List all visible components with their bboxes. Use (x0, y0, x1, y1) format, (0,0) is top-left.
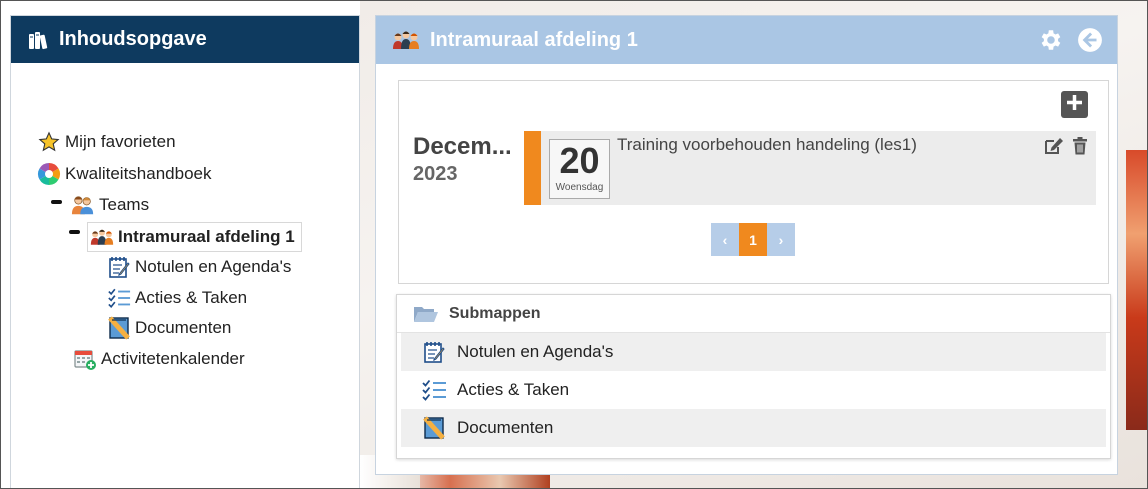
submappen-panel: Submappen Notulen en Agenda's Acties & T… (396, 294, 1111, 459)
main-header: Intramuraal afdeling 1 (376, 16, 1117, 64)
prev-page-button[interactable]: ‹ (711, 223, 739, 256)
star-icon (37, 130, 61, 154)
tree-item-intramuraal-afdeling-1[interactable]: Intramuraal afdeling 1 (87, 222, 302, 252)
tree-item-activitetenkalender[interactable]: Activitetenkalender (73, 347, 245, 371)
sidebar-title: Inhoudsopgave (59, 28, 207, 50)
event-day: 20 (559, 140, 600, 181)
tree-item-documenten[interactable]: Documenten (107, 316, 231, 340)
submap-item-acties[interactable]: Acties & Taken (401, 371, 1106, 409)
event-date: 20 Woensdag (549, 139, 610, 199)
group-icon (90, 225, 114, 249)
tree-item-label: Documenten (135, 318, 232, 337)
tree-item-label: Notulen en Agenda's (135, 257, 292, 276)
navigation-tree: Mijn favorieten Kwaliteitshandboek Teams… (11, 63, 359, 370)
submap-label: Notulen en Agenda's (457, 342, 614, 361)
tree-item-label: Intramuraal afdeling 1 (118, 227, 295, 246)
page-title: Intramuraal afdeling 1 (430, 28, 638, 51)
gear-icon[interactable] (1037, 27, 1063, 53)
back-arrow-icon[interactable] (1077, 27, 1103, 53)
header-actions (1037, 27, 1103, 53)
notepad-icon (421, 340, 447, 364)
colorwheel-icon (37, 162, 61, 186)
tree-item-label: Teams (99, 195, 150, 214)
page-1-button[interactable]: 1 (739, 223, 767, 256)
submap-label: Documenten (457, 418, 554, 437)
checklist-icon (107, 286, 131, 310)
notepad-icon (107, 255, 131, 279)
sidebar: Inhoudsopgave Mijn favorieten Kwaliteits… (10, 15, 360, 489)
collapse-toggle[interactable] (51, 200, 62, 204)
submap-item-notulen[interactable]: Notulen en Agenda's (401, 333, 1106, 371)
calendar-add-icon (73, 347, 97, 371)
plus-icon (1066, 94, 1083, 116)
add-button[interactable] (1061, 91, 1088, 118)
submappen-title: Submappen (449, 304, 541, 322)
team-icon (71, 193, 95, 217)
tree-item-label: Kwaliteitshandboek (65, 164, 212, 183)
tree-item-acties[interactable]: Acties & Taken (107, 286, 247, 310)
main-panel: Intramuraal afdeling 1 Decem... 2023 20 … (375, 15, 1118, 475)
pagination: ‹ 1 › (711, 223, 795, 256)
document-icon (421, 416, 447, 440)
submap-item-documenten[interactable]: Documenten (401, 409, 1106, 447)
submappen-header: Submappen (397, 295, 1110, 333)
submap-label: Acties & Taken (457, 380, 570, 399)
tree-item-label: Acties & Taken (135, 288, 248, 307)
collapse-toggle[interactable] (69, 230, 80, 234)
event-actions (1044, 137, 1088, 155)
agenda-widget: Decem... 2023 20 Woensdag Training voorb… (398, 80, 1109, 284)
tree-item-notulen[interactable]: Notulen en Agenda's (107, 255, 291, 279)
checklist-icon (421, 378, 447, 402)
event-color-bar (524, 131, 541, 205)
decor-stripe (1126, 150, 1148, 430)
agenda-event[interactable]: 20 Woensdag Training voorbehouden handel… (524, 131, 1096, 205)
next-page-button[interactable]: › (767, 223, 795, 256)
edit-icon[interactable] (1044, 137, 1064, 155)
year-label: 2023 (413, 163, 458, 185)
group-icon (392, 29, 420, 51)
event-title: Training voorbehouden handeling (les1) (617, 135, 917, 154)
document-icon (107, 316, 131, 340)
folder-open-icon (413, 304, 439, 324)
tree-item-favorieten[interactable]: Mijn favorieten (37, 130, 176, 154)
month-year: Decem... 2023 (413, 133, 523, 186)
tree-item-label: Activitetenkalender (101, 349, 245, 368)
tree-item-label: Mijn favorieten (65, 132, 176, 151)
trash-icon[interactable] (1072, 137, 1088, 155)
event-weekday: Woensdag (555, 182, 604, 193)
tree-item-teams[interactable]: Teams (71, 193, 149, 217)
books-icon (27, 29, 49, 51)
tree-item-kwaliteitshandboek[interactable]: Kwaliteitshandboek (37, 162, 211, 186)
month-label: Decem... (413, 133, 512, 160)
sidebar-header: Inhoudsopgave (11, 16, 359, 63)
